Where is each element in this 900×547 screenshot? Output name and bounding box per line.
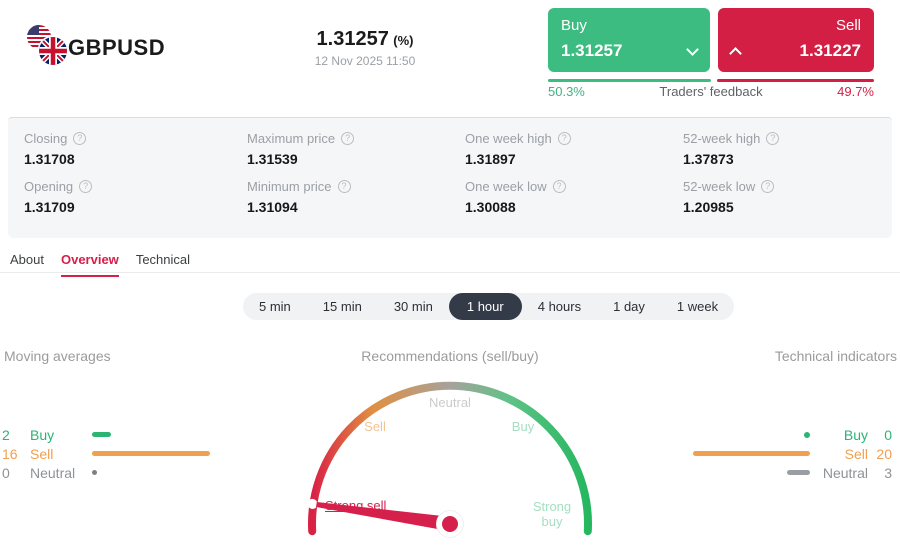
- ma-buy-bar: [92, 432, 111, 437]
- gauge-pivot: [442, 516, 458, 532]
- moving-averages-legend: 2 Buy 16 Sell 0 Neutral: [2, 425, 210, 482]
- ti-sell-bar: [693, 451, 810, 456]
- technical-indicators-legend: Buy 0 Sell 20 Neutral 3: [600, 425, 892, 482]
- ti-sell-row: Sell 20: [600, 444, 892, 463]
- gauge-label-sell: Sell: [355, 419, 395, 434]
- ti-neutral-row: Neutral 3: [600, 463, 892, 482]
- ma-neutral-row: 0 Neutral: [2, 463, 210, 482]
- gauge-label-neutral: Neutral: [400, 395, 500, 410]
- gbpusd-widget: GBPUSD 1.31257 (%) 12 Nov 2025 11:50 Buy…: [0, 0, 900, 547]
- ma-sell-row: 16 Sell: [2, 444, 210, 463]
- gauge-label-buy: Buy: [503, 419, 543, 434]
- ma-sell-bar: [92, 451, 210, 456]
- ti-neutral-bar: [787, 470, 810, 475]
- ma-buy-row: 2 Buy: [2, 425, 210, 444]
- gauge-label-strong-buy: Strong buy: [522, 499, 582, 529]
- gauge-label-strong-sell: Strong sell: [325, 498, 386, 513]
- ti-buy-row: Buy 0: [600, 425, 892, 444]
- ma-neutral-dot: [92, 470, 97, 475]
